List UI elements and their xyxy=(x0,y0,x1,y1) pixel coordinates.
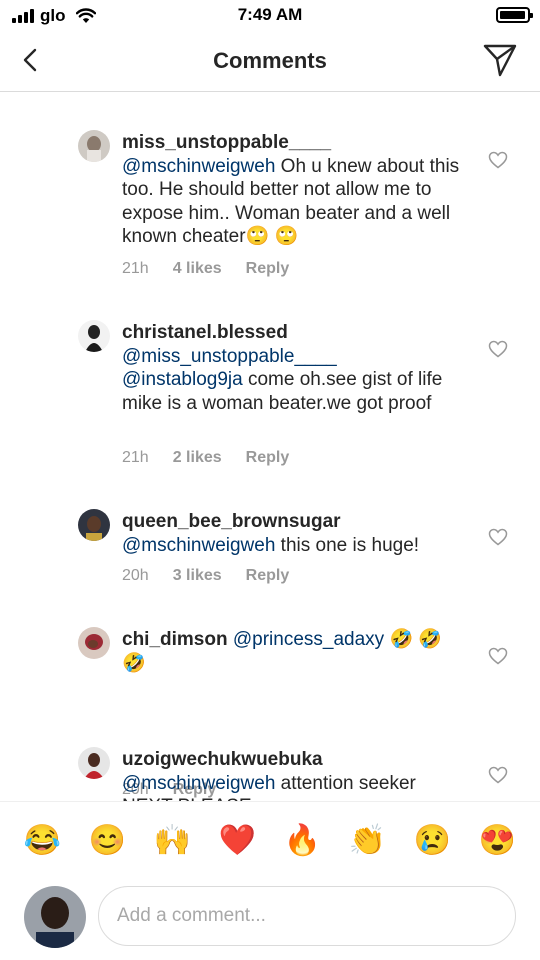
comment-item: christanel.blessed @miss_unstoppable____… xyxy=(0,283,540,471)
comment-text: uzoigwechukwuebuka @mschinweigweh attent… xyxy=(122,748,460,801)
status-time: 7:49 AM xyxy=(237,5,303,24)
comment-mention[interactable]: @mschinweigweh xyxy=(122,535,275,556)
avatar[interactable] xyxy=(78,320,110,352)
status-bar: glo 7:49 AM xyxy=(0,0,540,32)
comment-meta: 20h 3 likes Reply xyxy=(122,567,289,585)
heart-eyes-emoji-icon[interactable]: 😍 xyxy=(478,821,518,861)
comments-header: Comments xyxy=(0,32,540,92)
direct-send-icon[interactable] xyxy=(482,42,518,78)
heart-icon[interactable] xyxy=(488,528,508,546)
comment-input[interactable] xyxy=(98,886,516,946)
avatar[interactable] xyxy=(78,130,110,162)
comment-list[interactable]: miss_unstoppable____ @mschinweigweh Oh u… xyxy=(0,93,540,801)
comment-username[interactable]: uzoigwechukwuebuka xyxy=(122,749,323,770)
comment-item: miss_unstoppable____ @mschinweigweh Oh u… xyxy=(0,93,540,283)
comment-text: chi_dimson @princess_adaxy 🤣 🤣 🤣 xyxy=(122,628,460,675)
smiling-emoji-icon[interactable]: 😊 xyxy=(88,821,128,861)
fire-emoji-icon[interactable]: 🔥 xyxy=(283,821,323,861)
comment-username[interactable]: queen_bee_brownsugar xyxy=(122,511,341,532)
reply-button[interactable]: Reply xyxy=(246,567,290,585)
comment-mention[interactable]: @miss_unstoppable____ xyxy=(122,346,337,367)
comment-message: this one is huge! xyxy=(275,534,420,556)
comment-meta: 21h 2 likes Reply xyxy=(122,449,289,467)
page-title: Comments xyxy=(213,48,327,73)
comment-username[interactable]: christanel.blessed xyxy=(122,322,288,343)
heart-icon[interactable] xyxy=(488,340,508,358)
heart-icon[interactable] xyxy=(488,766,508,784)
comment-mention[interactable]: @mschinweigweh xyxy=(122,773,275,794)
comment-mention[interactable]: @princess_adaxy xyxy=(233,629,384,650)
comment-username[interactable]: miss_unstoppable____ xyxy=(122,132,331,153)
comment-likes[interactable]: 3 likes xyxy=(173,567,222,585)
comment-mention[interactable]: @mschinweigweh xyxy=(122,156,275,177)
heart-icon[interactable] xyxy=(488,151,508,169)
comment-time: 21h xyxy=(122,260,149,277)
comment-composer xyxy=(0,880,540,960)
avatar[interactable] xyxy=(78,627,110,659)
avatar[interactable] xyxy=(78,509,110,541)
heart-icon[interactable] xyxy=(488,647,508,665)
comment-text: miss_unstoppable____ @mschinweigweh Oh u… xyxy=(122,131,460,249)
comment-mention[interactable]: @instablog9ja xyxy=(122,369,243,390)
raised-hands-emoji-icon[interactable]: 🙌 xyxy=(153,821,193,861)
avatar[interactable] xyxy=(78,747,110,779)
comment-text: christanel.blessed @miss_unstoppable____… xyxy=(122,321,460,415)
avatar xyxy=(24,886,86,948)
comment-meta: 21h 4 likes Reply xyxy=(122,260,289,278)
comment-likes[interactable]: 4 likes xyxy=(173,260,222,278)
comment-text: queen_bee_brownsugar @mschinweigweh this… xyxy=(122,510,460,557)
comment-time: 20h xyxy=(122,567,149,584)
clapping-emoji-icon[interactable]: 👏 xyxy=(348,821,388,861)
comment-item: uzoigwechukwuebuka @mschinweigweh attent… xyxy=(0,709,540,801)
laughing-emoji-icon[interactable]: 😂 xyxy=(23,821,63,861)
comment-item: chi_dimson @princess_adaxy 🤣 🤣 🤣 20h Rep… xyxy=(0,589,540,798)
comment-likes[interactable]: 2 likes xyxy=(173,449,222,467)
battery-icon xyxy=(496,7,533,23)
comment-item: queen_bee_brownsugar @mschinweigweh this… xyxy=(0,471,540,589)
comment-time: 21h xyxy=(122,449,149,466)
heart-emoji-icon[interactable]: ❤️ xyxy=(218,821,258,861)
emoji-quick-bar: 😂 😊 🙌 ❤️ 🔥 👏 😢 😍 xyxy=(0,801,540,879)
reply-button[interactable]: Reply xyxy=(246,449,290,467)
reply-button[interactable]: Reply xyxy=(246,260,290,278)
crying-emoji-icon[interactable]: 😢 xyxy=(413,821,453,861)
comment-username[interactable]: chi_dimson xyxy=(122,629,228,650)
